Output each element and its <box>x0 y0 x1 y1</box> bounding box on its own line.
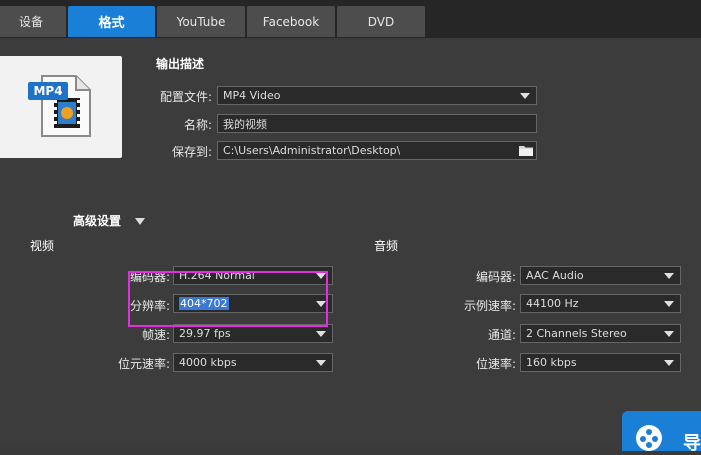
convert-label: 导 <box>683 433 701 454</box>
name-input[interactable]: 我的视频 <box>217 114 537 133</box>
tab-label: Facebook <box>262 14 320 29</box>
film-reel-icon <box>636 425 662 451</box>
tab-label: 格式 <box>98 16 125 31</box>
profile-value: MP4 Video <box>223 89 281 102</box>
audio-bitrate-value: 160 kbps <box>526 356 577 369</box>
profile-select[interactable]: MP4 Video <box>217 86 537 105</box>
tab-dvd[interactable]: DVD <box>337 6 425 37</box>
tab-facebook[interactable]: Facebook <box>247 6 335 37</box>
tab-label: YouTube <box>176 14 226 29</box>
samplerate-label: 示例速率: <box>463 299 516 313</box>
folder-icon[interactable] <box>518 144 534 157</box>
audio-encoder-select[interactable]: AAC Audio <box>520 266 681 285</box>
chevron-down-icon <box>520 93 530 99</box>
chevron-down-icon <box>316 360 326 366</box>
tab-youtube[interactable]: YouTube <box>157 6 245 37</box>
triangle-down-icon <box>135 218 146 225</box>
output-title: 输出描述 <box>156 57 205 71</box>
samplerate-select[interactable]: 44100 Hz <box>520 294 681 313</box>
save-label: 保存到: <box>171 145 212 159</box>
profile-label: 配置文件: <box>159 90 212 104</box>
tab-devices[interactable]: 设备 <box>0 6 66 37</box>
video-bitrate-select[interactable]: 4000 kbps <box>173 353 333 372</box>
chevron-down-icon <box>316 331 326 337</box>
framerate-label: 帧速: <box>141 328 170 342</box>
save-path-input[interactable]: C:\Users\Administrator\Desktop\ <box>217 141 537 160</box>
framerate-value: 29.97 fps <box>179 327 231 340</box>
name-label: 名称: <box>183 118 212 132</box>
audio-bitrate-label: 位速率: <box>475 357 516 371</box>
video-section-title: 视频 <box>30 239 55 253</box>
video-bitrate-value: 4000 kbps <box>179 356 237 369</box>
advanced-title-text: 高级设置 <box>73 214 122 228</box>
tab-label: 设备 <box>18 15 43 29</box>
chevron-down-icon <box>664 360 674 366</box>
format-thumbnail[interactable]: MP4 <box>0 56 122 158</box>
name-value: 我的视频 <box>223 117 267 131</box>
video-bitrate-label: 位元速率: <box>117 357 170 371</box>
chevron-down-icon <box>664 331 674 337</box>
advanced-title[interactable]: 高级设置 <box>73 212 146 229</box>
channel-label: 通道: <box>487 328 516 342</box>
audio-encoder-value: AAC Audio <box>526 269 584 282</box>
chevron-down-icon <box>664 273 674 279</box>
mp4-badge: MP4 <box>28 82 68 100</box>
save-path-value: C:\Users\Administrator\Desktop\ <box>223 144 401 157</box>
convert-button[interactable]: 导 <box>622 411 701 454</box>
chevron-down-icon <box>664 301 674 307</box>
audio-encoder-label: 编码器: <box>475 270 516 284</box>
tab-label: DVD <box>367 14 395 29</box>
channel-select[interactable]: 2 Channels Stereo <box>520 324 681 343</box>
annotation-highlight-box <box>128 271 328 327</box>
audio-section-title: 音频 <box>374 239 399 253</box>
samplerate-value: 44100 Hz <box>526 297 579 310</box>
audio-bitrate-select[interactable]: 160 kbps <box>520 353 681 372</box>
tab-bar: 设备 格式 YouTube Facebook DVD <box>0 0 701 38</box>
channel-value: 2 Channels Stereo <box>526 327 627 340</box>
tab-format[interactable]: 格式 <box>68 6 155 37</box>
